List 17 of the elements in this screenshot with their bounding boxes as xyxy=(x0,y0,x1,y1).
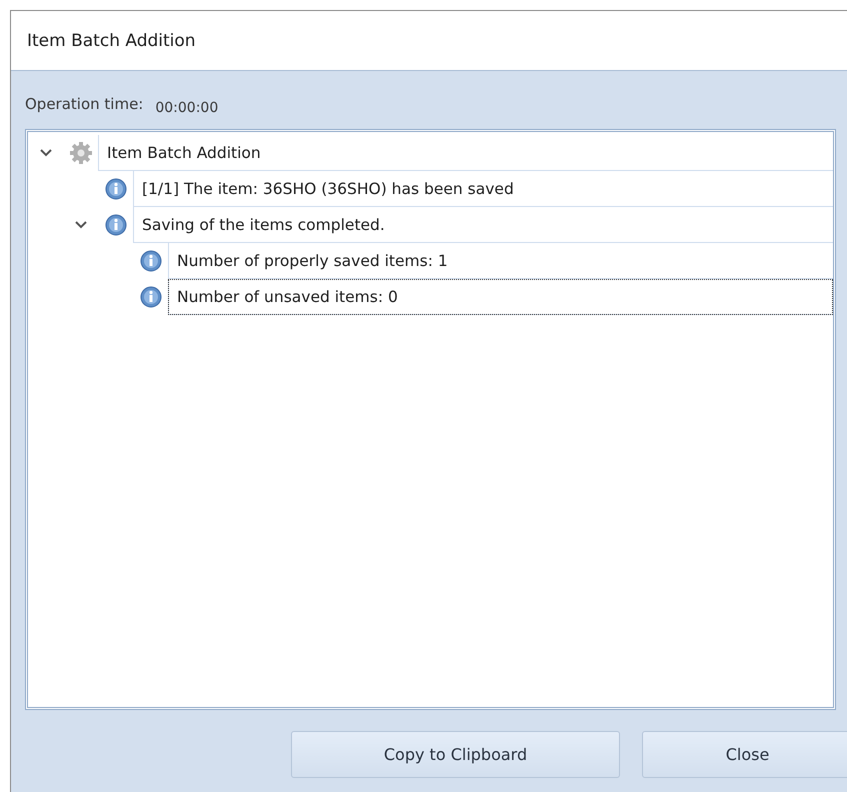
info-icon xyxy=(140,250,162,272)
tree-item[interactable]: Number of unsaved items: 0 xyxy=(168,279,833,315)
gear-icon xyxy=(68,141,92,165)
info-icon xyxy=(104,214,126,236)
operation-time-value: 00:00:00 xyxy=(155,100,218,116)
tree-item[interactable]: [1/1] The item: 36SHO (36SHO) has been saved xyxy=(133,171,833,207)
info-icon xyxy=(140,286,162,308)
tree-item[interactable]: Item Batch Addition xyxy=(98,135,833,171)
copy-button[interactable]: Copy to Clipboard xyxy=(291,731,620,778)
tree-item[interactable]: Saving of the items completed. xyxy=(133,207,833,243)
close-button[interactable]: Close xyxy=(642,731,847,778)
window-title: Item Batch Addition xyxy=(27,30,196,50)
operation-time-label: Operation time: xyxy=(25,95,144,113)
chevron-down-icon[interactable] xyxy=(40,149,52,157)
chevron-down-icon[interactable] xyxy=(74,221,86,229)
tree-item[interactable]: Number of properly saved items: 1 xyxy=(168,243,833,279)
info-icon xyxy=(104,178,126,200)
